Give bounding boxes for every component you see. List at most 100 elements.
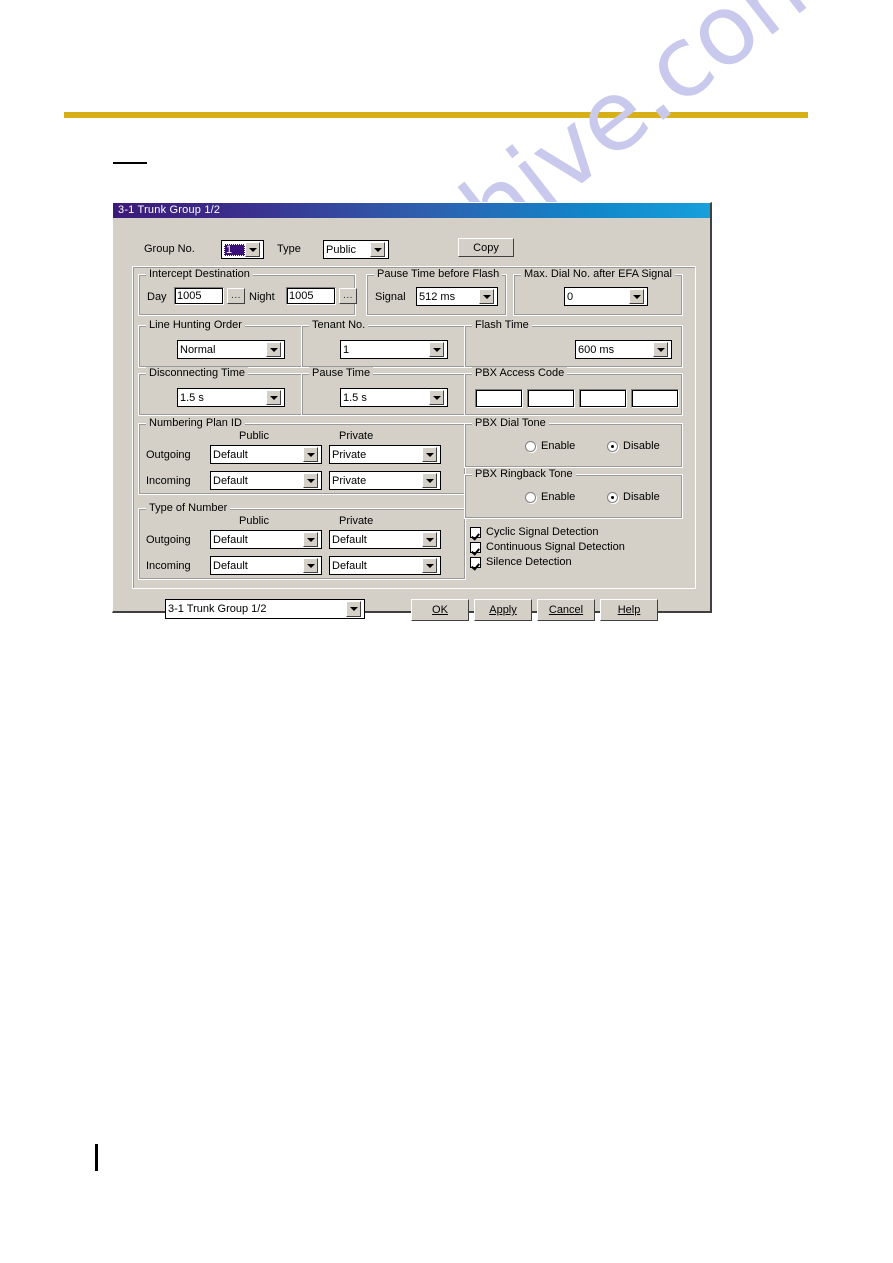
pause-time-legend: Pause Time (309, 367, 374, 379)
pbx-access-code-input-4[interactable] (631, 389, 679, 408)
intercept-destination-group: Intercept Destination Day 1005 ... Night… (138, 268, 357, 316)
chevron-down-icon[interactable] (266, 390, 281, 405)
line-hunting-order-group: Line Hunting Order Normal (138, 319, 303, 368)
signal-pause-value: 512 ms (419, 290, 456, 303)
npi-outgoing-public-value: Default (213, 448, 248, 461)
chevron-down-icon[interactable] (303, 473, 318, 488)
pause-before-flash-group: Pause Time before Flash Signal 512 ms (366, 268, 507, 316)
ton-outgoing-private-combo[interactable]: Default (329, 530, 441, 549)
npi-incoming-private-value: Private (332, 474, 367, 487)
disconnecting-time-legend: Disconnecting Time (146, 367, 248, 379)
pbx-dial-tone-enable-radio[interactable]: Enable (525, 440, 575, 452)
max-dial-efa-group: Max. Dial No. after EFA Signal 0 (513, 268, 683, 316)
trunk-group-dialog: 3-1 Trunk Group 1/2 Group No. 1 Type Pub… (112, 202, 712, 621)
group-no-combo[interactable]: 1 (221, 240, 264, 259)
pbx-ringback-tone-disable-radio[interactable]: Disable (607, 491, 660, 503)
pbx-ringback-tone-enable-label: Enable (541, 491, 576, 503)
ton-incoming-public-value: Default (213, 559, 248, 572)
pbx-access-code-input-1[interactable] (475, 389, 523, 408)
apply-button-label: Apply (489, 604, 517, 616)
day-destination-input[interactable]: 1005 (174, 287, 224, 305)
pause-before-flash-legend: Pause Time before Flash (374, 268, 503, 280)
screen-selector-combo[interactable]: 3-1 Trunk Group 1/2 (165, 599, 365, 619)
chevron-down-icon[interactable] (370, 242, 385, 257)
pbx-dial-tone-disable-label: Disable (623, 440, 660, 452)
numbering-plan-id-legend: Numbering Plan ID (146, 417, 245, 429)
group-no-value: 1 (224, 243, 245, 256)
cyclic-signal-detection-checkbox[interactable]: Cyclic Signal Detection (470, 526, 680, 538)
cyclic-signal-detection-label: Cyclic Signal Detection (486, 526, 599, 538)
disconnecting-time-combo[interactable]: 1.5 s (177, 388, 285, 407)
chevron-down-icon[interactable] (266, 342, 281, 357)
npi-incoming-private-combo[interactable]: Private (329, 471, 441, 490)
ton-incoming-private-value: Default (332, 559, 367, 572)
npi-outgoing-public-combo[interactable]: Default (210, 445, 322, 464)
chevron-down-icon[interactable] (303, 532, 318, 547)
chevron-down-icon[interactable] (653, 342, 668, 357)
night-destination-input[interactable]: 1005 (286, 287, 336, 305)
chevron-down-icon[interactable] (422, 558, 437, 573)
tenant-no-legend: Tenant No. (309, 319, 369, 331)
night-browse-button[interactable]: ... (339, 288, 357, 304)
apply-button[interactable]: Apply (474, 599, 532, 621)
day-browse-button[interactable]: ... (227, 288, 245, 304)
day-label: Day (147, 291, 167, 303)
checkbox-checked-icon (470, 556, 481, 568)
checkbox-checked-icon (470, 526, 481, 538)
ton-outgoing-public-combo[interactable]: Default (210, 530, 322, 549)
pbx-dial-tone-enable-label: Enable (541, 440, 576, 452)
copy-button-label: Copy (473, 241, 499, 254)
max-dial-efa-value: 0 (567, 290, 574, 303)
npi-outgoing-private-combo[interactable]: Private (329, 445, 441, 464)
chevron-down-icon[interactable] (346, 601, 361, 617)
ton-incoming-public-combo[interactable]: Default (210, 556, 322, 575)
chevron-down-icon[interactable] (303, 558, 318, 573)
chevron-down-icon[interactable] (303, 447, 318, 462)
night-label: Night (249, 291, 275, 303)
chevron-down-icon[interactable] (429, 390, 444, 405)
pause-time-combo[interactable]: 1.5 s (340, 388, 448, 407)
npi-outgoing-label: Outgoing (146, 449, 191, 461)
line-hunting-order-value: Normal (180, 343, 216, 356)
pbx-access-code-group: PBX Access Code (464, 367, 683, 416)
npi-public-header: Public (239, 430, 269, 442)
page-bottom-tick (95, 1144, 98, 1171)
type-combo[interactable]: Public (323, 240, 389, 259)
line-hunting-order-combo[interactable]: Normal (177, 340, 285, 359)
chevron-down-icon[interactable] (422, 473, 437, 488)
flash-time-combo[interactable]: 600 ms (575, 340, 672, 359)
ton-outgoing-public-value: Default (213, 533, 248, 546)
max-dial-efa-legend: Max. Dial No. after EFA Signal (521, 268, 675, 280)
continuous-signal-detection-checkbox[interactable]: Continuous Signal Detection (470, 541, 680, 553)
help-button[interactable]: Help (600, 599, 658, 621)
ok-button[interactable]: OK (411, 599, 469, 621)
npi-outgoing-private-value: Private (332, 448, 367, 461)
pbx-ringback-tone-disable-label: Disable (623, 491, 660, 503)
cancel-button[interactable]: Cancel (537, 599, 595, 621)
copy-button[interactable]: Copy (458, 238, 514, 257)
detection-checkbox-list: Cyclic Signal Detection Continuous Signa… (470, 526, 680, 571)
chevron-down-icon[interactable] (245, 242, 260, 257)
numbering-plan-id-group: Numbering Plan ID Public Private Outgoin… (138, 417, 466, 495)
help-button-label: Help (617, 604, 641, 616)
flash-time-legend: Flash Time (472, 319, 532, 331)
pbx-access-code-input-2[interactable] (527, 389, 575, 408)
npi-incoming-public-value: Default (213, 474, 248, 487)
tenant-no-group: Tenant No. 1 (301, 319, 466, 368)
ton-outgoing-private-value: Default (332, 533, 367, 546)
pbx-dial-tone-disable-radio[interactable]: Disable (607, 440, 660, 452)
npi-incoming-public-combo[interactable]: Default (210, 471, 322, 490)
ton-incoming-private-combo[interactable]: Default (329, 556, 441, 575)
chevron-down-icon[interactable] (629, 289, 644, 304)
max-dial-efa-combo[interactable]: 0 (564, 287, 648, 306)
tenant-no-combo[interactable]: 1 (340, 340, 448, 359)
chevron-down-icon[interactable] (422, 532, 437, 547)
signal-pause-combo[interactable]: 512 ms (416, 287, 498, 306)
chevron-down-icon[interactable] (422, 447, 437, 462)
group-no-label: Group No. (144, 243, 195, 255)
silence-detection-checkbox[interactable]: Silence Detection (470, 556, 680, 568)
chevron-down-icon[interactable] (429, 342, 444, 357)
pbx-ringback-tone-enable-radio[interactable]: Enable (525, 491, 575, 503)
pbx-access-code-input-3[interactable] (579, 389, 627, 408)
chevron-down-icon[interactable] (479, 289, 494, 304)
